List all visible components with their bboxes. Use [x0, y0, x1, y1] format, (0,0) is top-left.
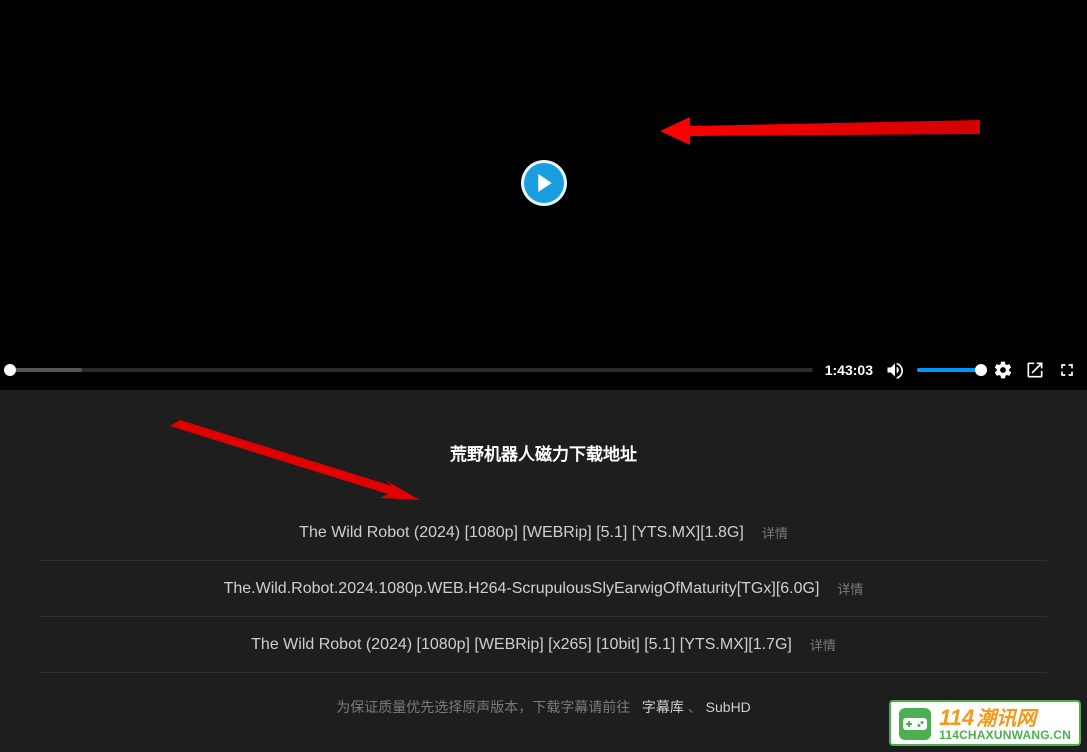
separator: 、	[688, 699, 702, 715]
fullscreen-button[interactable]	[1057, 360, 1077, 380]
download-item: The.Wild.Robot.2024.1080p.WEB.H264-Scrup…	[40, 561, 1047, 617]
volume-thumb[interactable]	[975, 364, 987, 376]
settings-button[interactable]	[993, 360, 1013, 380]
volume-icon	[885, 360, 905, 380]
download-item: The Wild Robot (2024) [1080p] [WEBRip] […	[40, 505, 1047, 561]
volume-fill	[917, 368, 981, 372]
download-name[interactable]: The Wild Robot (2024) [1080p] [WEBRip] […	[299, 524, 744, 542]
video-player: 1:43:03	[0, 0, 1087, 390]
subtitle-link-subhd[interactable]: SubHD	[706, 699, 751, 715]
play-button[interactable]	[521, 160, 567, 206]
note-prefix: 为保证质量优先选择原声版本，下载字幕请前往	[336, 699, 630, 715]
volume-slider[interactable]	[917, 368, 981, 372]
gamepad-icon	[899, 708, 931, 740]
download-name[interactable]: The Wild Robot (2024) [1080p] [WEBRip] […	[251, 636, 792, 654]
fullscreen-icon	[1057, 360, 1077, 380]
volume-button[interactable]	[885, 360, 905, 380]
watermark-number: 114	[939, 707, 974, 729]
pip-button[interactable]	[1025, 360, 1045, 380]
player-controls: 1:43:03	[0, 350, 1087, 390]
download-detail-link[interactable]: 详情	[762, 523, 788, 542]
site-watermark: 114 潮讯网 114CHAXUNWANG.CN	[889, 700, 1081, 746]
annotation-arrow-icon	[660, 103, 980, 163]
download-detail-link[interactable]: 详情	[837, 579, 863, 598]
progress-buffer	[10, 368, 82, 372]
download-name[interactable]: The.Wild.Robot.2024.1080p.WEB.H264-Scrup…	[224, 580, 820, 598]
subtitle-link-zimuku[interactable]: 字幕库	[642, 699, 684, 715]
watermark-cn: 潮讯网	[976, 709, 1036, 729]
popout-icon	[1025, 360, 1045, 380]
gear-icon	[993, 360, 1013, 380]
play-icon	[537, 174, 553, 192]
downloads-title: 荒野机器人磁力下载地址	[40, 440, 1047, 465]
progress-thumb[interactable]	[4, 364, 16, 376]
watermark-url: 114CHAXUNWANG.CN	[939, 729, 1071, 741]
download-item: The Wild Robot (2024) [1080p] [WEBRip] […	[40, 617, 1047, 673]
download-detail-link[interactable]: 详情	[810, 635, 836, 654]
duration-label: 1:43:03	[825, 362, 873, 378]
watermark-text: 114 潮讯网 114CHAXUNWANG.CN	[939, 707, 1071, 741]
downloads-section: 荒野机器人磁力下载地址 The Wild Robot (2024) [1080p…	[0, 390, 1087, 741]
progress-slider[interactable]	[10, 368, 813, 372]
